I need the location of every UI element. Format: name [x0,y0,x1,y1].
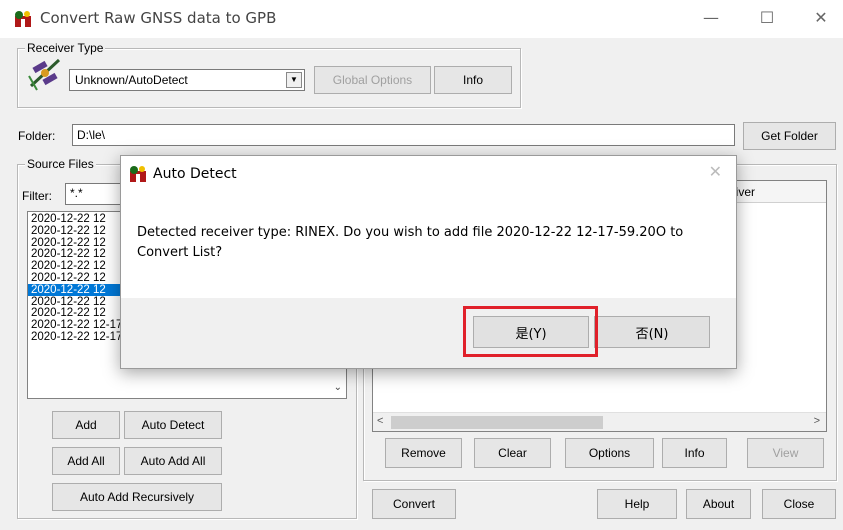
remove-button[interactable]: Remove [385,438,462,468]
get-folder-button[interactable]: Get Folder [743,122,836,150]
folder-input[interactable]: D:\le\ [72,124,735,146]
receiver-type-label: Receiver Type [25,41,106,55]
global-options-button[interactable]: Global Options [314,66,431,94]
view-button[interactable]: View [747,438,824,468]
close-window-button[interactable]: ✕ [806,4,836,32]
scrollbar-thumb[interactable] [391,416,603,429]
convert-info-button[interactable]: Info [662,438,727,468]
auto-detect-dialog: Auto Detect ✕ Detected receiver type: RI… [120,155,737,369]
filter-label: Filter: [22,189,52,203]
help-button[interactable]: Help [597,489,677,519]
scroll-right-icon[interactable]: > [814,415,820,427]
auto-detect-button[interactable]: Auto Detect [124,411,222,439]
title-bar: Convert Raw GNSS data to GPB — ☐ ✕ [0,0,843,38]
convert-button[interactable]: Convert [372,489,456,519]
auto-add-all-button[interactable]: Auto Add All [124,447,222,475]
scroll-left-icon[interactable]: < [377,415,383,427]
add-all-button[interactable]: Add All [52,447,120,475]
window-title: Convert Raw GNSS data to GPB [40,9,277,27]
auto-add-recursively-button[interactable]: Auto Add Recursively [52,483,222,511]
folder-label: Folder: [18,129,56,143]
dialog-title: Auto Detect [153,166,237,182]
dialog-footer: 是(Y) 否(N) [121,298,736,368]
dialog-message: Detected receiver type: RINEX. Do you wi… [137,225,684,260]
add-button[interactable]: Add [52,411,120,439]
receiver-info-button[interactable]: Info [434,66,512,94]
close-button[interactable]: Close [762,489,836,519]
no-button[interactable]: 否(N) [594,316,710,348]
receiver-type-select[interactable]: Unknown/AutoDetect ▼ [69,69,305,91]
app-icon [15,11,31,27]
filter-input[interactable]: *.* [65,183,125,205]
source-files-label: Source Files [25,157,96,171]
dialog-app-icon [130,166,146,182]
maximize-button[interactable]: ☐ [752,4,782,32]
scroll-down-icon[interactable]: ⌄ [334,382,342,393]
yes-button-highlight [463,306,598,357]
clear-button[interactable]: Clear [474,438,551,468]
options-button[interactable]: Options [565,438,654,468]
chevron-down-icon[interactable]: ▼ [286,72,302,88]
minimize-button[interactable]: — [696,4,726,32]
satellite-receiver-icon [28,58,61,91]
dialog-close-icon[interactable]: ✕ [709,162,722,181]
receiver-type-value: Unknown/AutoDetect [75,73,188,87]
horizontal-scrollbar[interactable]: < > [373,412,826,431]
about-button[interactable]: About [686,489,751,519]
